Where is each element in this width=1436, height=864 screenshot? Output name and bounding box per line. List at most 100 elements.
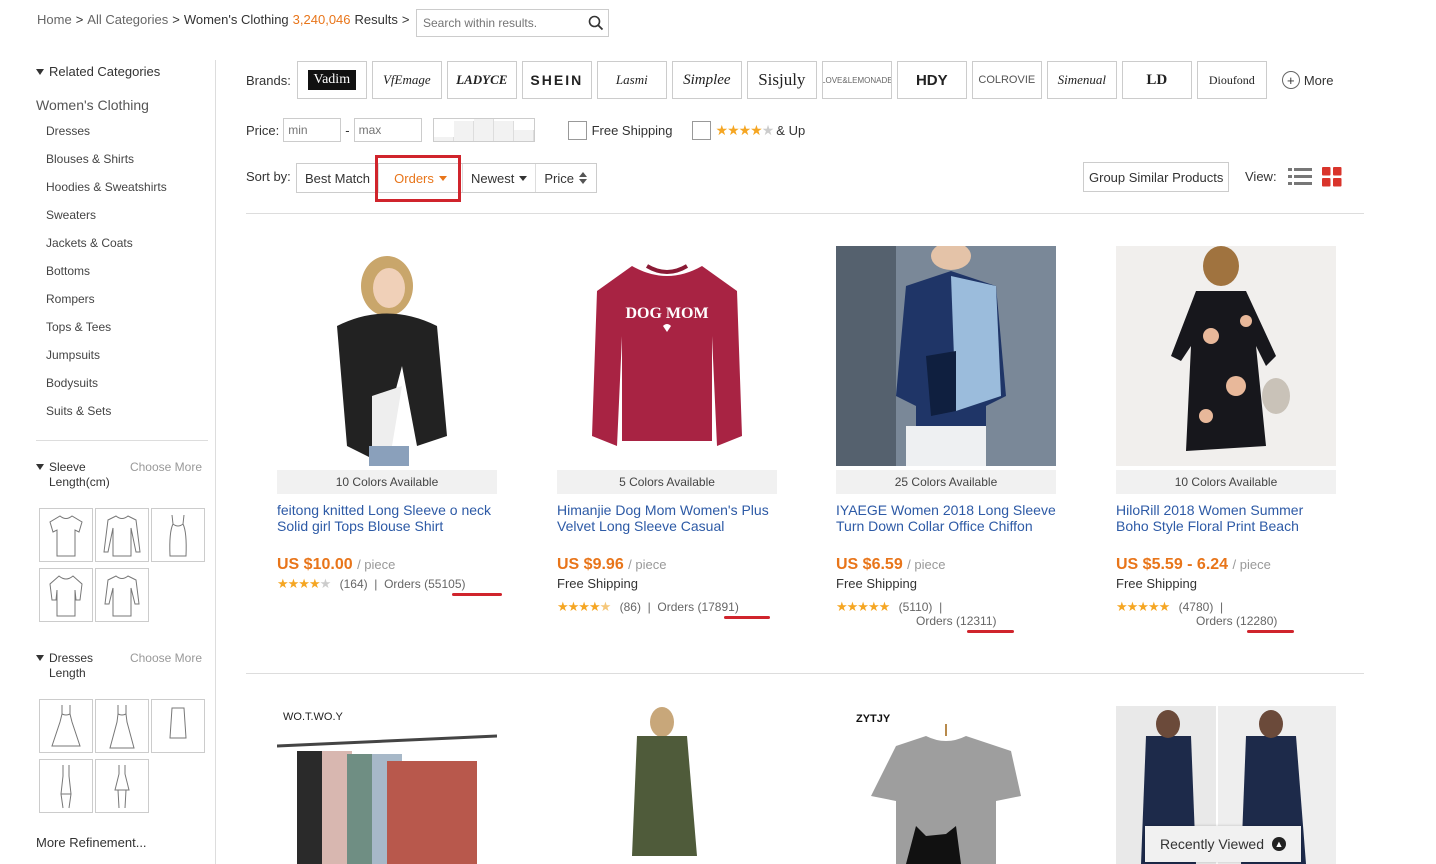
sidebar: Related Categories Women's Clothing Dres… <box>36 60 216 864</box>
sort-newest[interactable]: Newest <box>463 164 537 192</box>
sidebar-item-tops[interactable]: Tops & Tees <box>46 320 167 348</box>
breadcrumb-current: Women's Clothing <box>183 12 289 27</box>
orders-count: (12280) <box>1236 614 1278 628</box>
brand-shein[interactable]: SHEIN <box>521 61 592 99</box>
price-value: US $9.96 <box>557 556 624 573</box>
sort-best-match[interactable]: Best Match <box>297 164 380 192</box>
dress-choose-more[interactable]: Choose More <box>130 651 202 665</box>
sidebar-item-suits[interactable]: Suits & Sets <box>46 404 167 432</box>
brand-vadim[interactable]: Vadim <box>296 61 367 99</box>
price-max-input[interactable] <box>353 118 422 142</box>
triangle-down-icon <box>36 655 44 661</box>
brand-sisjuly[interactable]: Sisjuly <box>746 61 817 99</box>
product-image[interactable] <box>557 706 777 864</box>
more-refinement-link[interactable]: More Refinement... <box>36 835 147 850</box>
product-card[interactable]: 10 Colors Available feitong knitted Long… <box>277 246 502 596</box>
search-within-input[interactable] <box>417 10 584 36</box>
brand-hdy[interactable]: HDY <box>896 61 967 99</box>
brand-vfemage[interactable]: VfEmage <box>371 61 442 99</box>
breadcrumb-home[interactable]: Home <box>37 12 72 27</box>
product-image[interactable]: DOG MOM <box>557 246 777 466</box>
price-min-input[interactable] <box>283 118 342 142</box>
group-similar-button[interactable]: Group Similar Products <box>1083 162 1230 192</box>
related-categories-header[interactable]: Related Categories <box>36 64 160 79</box>
caret-down-icon <box>519 175 528 181</box>
dress-option-knee[interactable] <box>151 699 205 753</box>
sort-price[interactable]: Price <box>536 164 596 192</box>
dress-option-short[interactable] <box>95 759 149 813</box>
sidebar-category-main[interactable]: Women's Clothing <box>36 97 149 113</box>
dresses-length-title[interactable]: Dresses Length <box>49 651 119 681</box>
rating-checkbox[interactable] <box>691 120 711 140</box>
product-card[interactable]: 10 Colors Available HiloRill 2018 Women … <box>1116 246 1336 633</box>
list-view-icon[interactable] <box>1288 167 1312 187</box>
brand-ld[interactable]: LD <box>1121 61 1192 99</box>
free-shipping-filter[interactable]: Free Shipping <box>567 120 673 140</box>
sleeve-option-half[interactable] <box>39 568 93 622</box>
free-shipping-text: Free Shipping <box>836 576 917 591</box>
sidebar-item-bottoms[interactable]: Bottoms <box>46 264 167 292</box>
price-range-histogram[interactable] <box>432 118 535 142</box>
review-count[interactable]: (4780) <box>1179 600 1214 614</box>
brand-simplee[interactable]: Simplee <box>671 61 742 99</box>
sleeve-length-title[interactable]: Sleeve Length(cm) <box>49 460 119 490</box>
brand-ladyce[interactable]: LADYCE <box>446 61 517 99</box>
grid-view-icon[interactable] <box>1322 167 1342 187</box>
sleeve-option-three-quarter[interactable] <box>95 568 149 622</box>
price-unit: / piece <box>1232 557 1271 572</box>
sidebar-item-sweaters[interactable]: Sweaters <box>46 208 167 236</box>
dress-option-midi[interactable] <box>39 699 93 753</box>
dress-option-long[interactable] <box>95 699 149 753</box>
product-title[interactable]: feitong knitted Long Sleeve o neck Solid… <box>277 502 497 542</box>
brand-dioufond[interactable]: Dioufond <box>1196 61 1267 99</box>
product-card[interactable]: DOG MOM 5 Colors Available Himanjie Dog … <box>557 246 777 619</box>
brand-colrovie[interactable]: COLROVIE <box>971 61 1042 99</box>
review-count[interactable]: (86) <box>620 600 641 614</box>
sidebar-item-hoodies[interactable]: Hoodies & Sweatshirts <box>46 180 167 208</box>
brands-more-button[interactable]: + More <box>1281 71 1333 89</box>
red-underline <box>724 616 770 619</box>
price-unit: / piece <box>357 557 396 572</box>
sleeve-option-long[interactable] <box>95 508 149 562</box>
product-card[interactable]: ZYTJY <box>836 706 1056 864</box>
brand-simenual[interactable]: Simenual <box>1046 61 1117 99</box>
rating-filter[interactable]: ★★★★★ & Up <box>691 120 805 140</box>
sidebar-item-bodysuits[interactable]: Bodysuits <box>46 376 167 404</box>
product-image[interactable] <box>1116 246 1336 466</box>
product-card[interactable] <box>557 706 777 864</box>
sort-price-label: Price <box>544 170 575 186</box>
sidebar-item-blouses[interactable]: Blouses & Shirts <box>46 152 167 180</box>
dress-option-mini[interactable] <box>39 759 93 813</box>
brand-lasmi[interactable]: Lasmi <box>596 61 667 99</box>
product-title[interactable]: IYAEGE Women 2018 Long Sleeve Turn Down … <box>836 502 1056 542</box>
search-icon[interactable] <box>584 10 608 36</box>
product-image[interactable] <box>277 246 497 466</box>
sleeve-option-short[interactable] <box>39 508 93 562</box>
recently-viewed-label: Recently Viewed <box>1159 836 1265 852</box>
colors-available: 25 Colors Available <box>836 470 1056 494</box>
free-shipping-text: Free Shipping <box>1116 576 1197 591</box>
product-price: US $10.00 / piece <box>277 556 497 574</box>
sidebar-item-rompers[interactable]: Rompers <box>46 292 167 320</box>
review-count[interactable]: (164) <box>340 577 368 591</box>
triangle-down-icon <box>36 68 44 75</box>
sleeve-option-sleeveless[interactable] <box>151 508 205 562</box>
price-label: Price: <box>246 122 280 138</box>
product-card[interactable]: WO.T.WO.Y <box>277 706 497 864</box>
product-image[interactable]: ZYTJY <box>836 706 1056 864</box>
price-filter-row: Price: - Free Shipping ★★★★★ & Up <box>246 118 805 142</box>
product-image[interactable] <box>836 246 1056 466</box>
product-title[interactable]: HiloRill 2018 Women Summer Boho Style Fl… <box>1116 502 1336 542</box>
product-card[interactable]: 25 Colors Available IYAEGE Women 2018 Lo… <box>836 246 1056 633</box>
product-image[interactable]: WO.T.WO.Y <box>277 706 497 864</box>
free-shipping-checkbox[interactable] <box>567 120 587 140</box>
sidebar-item-jackets[interactable]: Jackets & Coats <box>46 236 167 264</box>
product-title[interactable]: Himanjie Dog Mom Women's Plus Velvet Lon… <box>557 502 777 542</box>
breadcrumb-all-categories[interactable]: All Categories <box>87 12 168 27</box>
review-count[interactable]: (5110) <box>899 600 933 614</box>
recently-viewed-button[interactable]: Recently Viewed ▲ <box>1145 826 1301 862</box>
sleeve-choose-more[interactable]: Choose More <box>130 460 202 474</box>
sidebar-item-dresses[interactable]: Dresses <box>46 124 167 152</box>
brand-love-lemonade[interactable]: LOVE&LEMONADE <box>821 61 892 99</box>
sidebar-item-jumpsuits[interactable]: Jumpsuits <box>46 348 167 376</box>
